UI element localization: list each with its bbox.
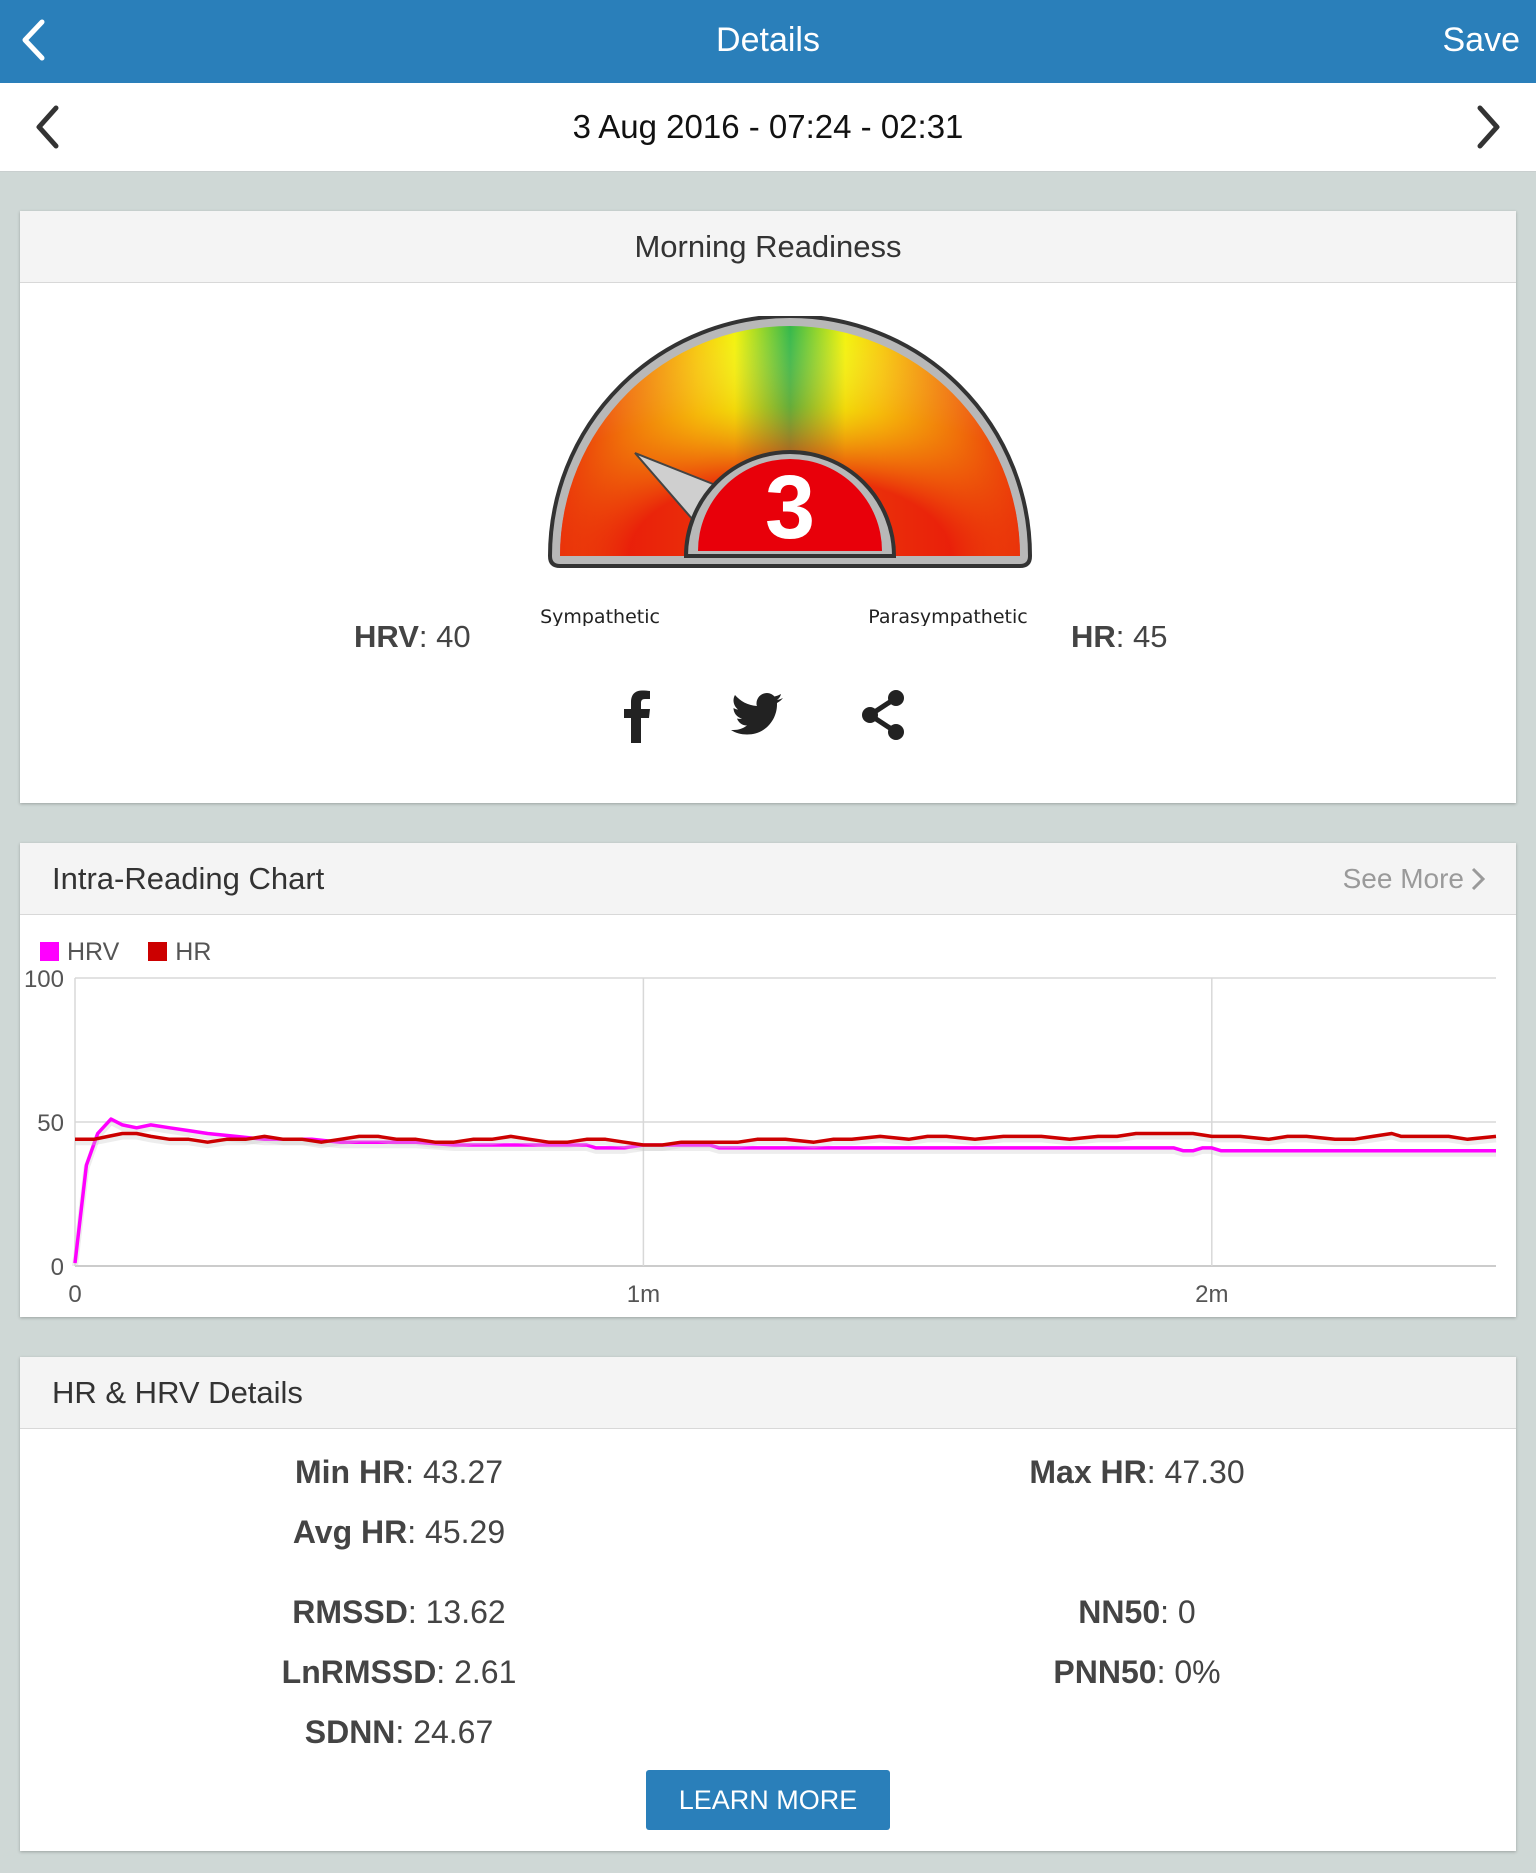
nn50-label: NN50 <box>1078 1594 1161 1630</box>
lnrmssd-label: LnRMSSD <box>281 1654 437 1690</box>
chevron-right-icon <box>1477 105 1500 149</box>
avg-hr-label: Avg HR <box>292 1514 408 1550</box>
hr-value: 45 <box>1133 619 1168 654</box>
min-hr-stat: Min HR: 43.27 <box>294 1454 504 1490</box>
y-tick-label: 50 <box>37 1110 64 1137</box>
chevron-right-icon <box>1471 867 1486 890</box>
hrv-value: 40 <box>436 619 471 654</box>
card-header: Intra-Reading Chart See More <box>20 843 1516 915</box>
x-tick-label: 2m <box>1195 1281 1228 1308</box>
share-button[interactable] <box>849 681 919 751</box>
reading-date: 3 Aug 2016 - 07:24 - 02:31 <box>572 108 964 145</box>
min-hr-value: 43.27 <box>422 1454 504 1490</box>
share-icon <box>862 690 904 740</box>
hr-hrv-details-card: HR & HRV Details Min HR: 43.27 Max HR: 4… <box>20 1357 1516 1851</box>
pnn50-label: PNN50 <box>1053 1654 1157 1690</box>
see-more-link[interactable]: See More <box>1343 843 1486 915</box>
intra-reading-chart: 0 50 100 0 1m 2m <box>24 966 1497 1308</box>
hr-stat: HR: 45 <box>1071 619 1168 654</box>
x-tick-label: 0 <box>68 1281 81 1308</box>
max-hr-stat: Max HR: 47.30 <box>1029 1454 1245 1490</box>
see-more-label: See More <box>1342 863 1464 894</box>
next-reading-button[interactable] <box>1460 102 1510 152</box>
twitter-share-button[interactable] <box>721 681 791 751</box>
pnn50-stat: PNN50: 0% <box>1053 1654 1221 1690</box>
date-bar: 3 Aug 2016 - 07:24 - 02:31 <box>0 83 1536 172</box>
card-title: HR & HRV Details <box>52 1375 303 1410</box>
rmssd-label: RMSSD <box>292 1594 408 1630</box>
card-title: Morning Readiness <box>634 229 902 264</box>
lnrmssd-stat: LnRMSSD: 2.61 <box>281 1654 517 1690</box>
save-button[interactable]: Save <box>1443 0 1521 83</box>
hrv-stat: HRV: 40 <box>354 619 471 654</box>
twitter-icon <box>731 693 783 735</box>
min-hr-label: Min HR <box>294 1454 406 1490</box>
sdnn-stat: SDNN: 24.67 <box>304 1714 494 1750</box>
facebook-share-button[interactable] <box>603 681 673 751</box>
facebook-icon <box>624 690 650 743</box>
avg-hr-value: 45.29 <box>425 1514 506 1550</box>
hrv-label: HRV <box>354 619 419 654</box>
y-tick-label: 100 <box>24 966 64 993</box>
y-tick-label: 0 <box>51 1254 64 1281</box>
learn-more-button[interactable]: LEARN MORE <box>646 1770 890 1830</box>
x-tick-label: 1m <box>627 1281 660 1308</box>
max-hr-value: 47.30 <box>1164 1454 1245 1490</box>
morning-readiness-card: Morning Readiness 3 Sympathetic Parasymp… <box>20 211 1516 803</box>
lnrmssd-value: 2.61 <box>454 1654 517 1690</box>
rmssd-value: 13.62 <box>425 1594 506 1630</box>
card-header: Morning Readiness <box>20 211 1516 283</box>
nn50-stat: NN50: 0 <box>1078 1594 1196 1630</box>
rmssd-stat: RMSSD: 13.62 <box>292 1594 506 1630</box>
sdnn-value: 24.67 <box>413 1714 494 1750</box>
sdnn-label: SDNN <box>304 1714 396 1750</box>
nn50-value: 0 <box>1177 1594 1196 1630</box>
nav-bar: Details Save <box>0 0 1536 83</box>
page-title: Details <box>716 21 820 59</box>
parasympathetic-label: Parasympathetic <box>868 606 1027 626</box>
avg-hr-stat: Avg HR: 45.29 <box>292 1514 506 1550</box>
pnn50-value: 0% <box>1174 1654 1221 1690</box>
card-title: Intra-Reading Chart <box>52 861 325 896</box>
hr-label: HR <box>1071 619 1116 654</box>
max-hr-label: Max HR <box>1029 1454 1147 1490</box>
readiness-gauge: 3 Sympathetic Parasympathetic <box>540 316 1033 626</box>
card-header: HR & HRV Details <box>20 1357 1516 1429</box>
sympathetic-label: Sympathetic <box>540 606 660 626</box>
readiness-score: 3 <box>765 458 815 558</box>
intra-reading-chart-card: Intra-Reading Chart See More HRV HR 0 50 1… <box>20 843 1516 1317</box>
